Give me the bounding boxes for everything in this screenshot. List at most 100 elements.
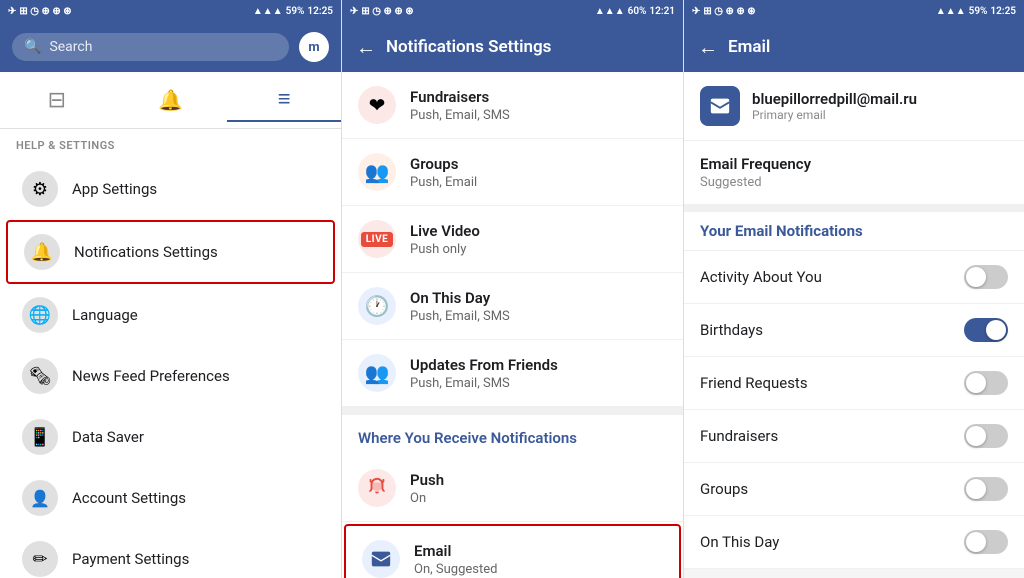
app-settings-label: App Settings	[72, 180, 157, 198]
tab-bar: ⊟ 🔔 ≡	[0, 72, 341, 129]
menu-item-payment[interactable]: ✏ Payment Settings	[6, 529, 335, 578]
status-right-2: ▲▲▲ 60% 12:21	[595, 6, 675, 17]
language-icon: 🌐	[22, 297, 58, 333]
toggle-activity-switch[interactable]	[964, 265, 1008, 289]
freq-value: Suggested	[700, 175, 1008, 190]
tab-news-feed[interactable]: ⊟	[0, 78, 114, 122]
email-name: Email	[414, 542, 663, 560]
time-1: 12:25	[307, 6, 333, 17]
email-notif-section-title: Your Email Notifications	[684, 212, 1024, 251]
fundraisers-info: Fundraisers Push, Email, SMS	[410, 88, 667, 123]
search-icon: 🔍	[24, 39, 41, 55]
status-bar-3: ✈ ⊞ ◷ ⊕ ⊕ ⊛ ▲▲▲ 59% 12:25	[684, 0, 1024, 22]
notif-groups[interactable]: 👥 Groups Push, Email	[342, 139, 683, 206]
time-2: 12:21	[649, 6, 675, 17]
header-1: 🔍 Search m	[0, 22, 341, 72]
groups-name: Groups	[410, 155, 667, 173]
help-settings-label: HELP & SETTINGS	[0, 129, 341, 158]
battery-2: 60%	[628, 6, 647, 17]
account-label: Account Settings	[72, 489, 186, 507]
updates-friends-info: Updates From Friends Push, Email, SMS	[410, 356, 667, 391]
notif-live-video[interactable]: LIVE Live Video Push only	[342, 206, 683, 273]
email-panel-title: Email	[728, 37, 770, 57]
updates-friends-name: Updates From Friends	[410, 356, 667, 374]
payment-icon: ✏	[22, 541, 58, 577]
toggle-birthdays: Birthdays	[684, 304, 1024, 357]
back-button-3[interactable]: ←	[698, 35, 718, 60]
status-left-2: ✈ ⊞ ◷ ⊕ ⊕ ⊛	[350, 6, 414, 17]
push-info: Push On	[410, 471, 667, 506]
signal-icons: ▲▲▲	[253, 6, 283, 17]
live-badge: LIVE	[361, 232, 394, 247]
groups-desc: Push, Email	[410, 175, 667, 190]
email-primary-label: Primary email	[752, 108, 917, 122]
menu-item-notifications[interactable]: 🔔 Notifications Settings	[6, 220, 335, 284]
bell-icon: 🔔	[158, 88, 183, 112]
back-button-2[interactable]: ←	[356, 35, 376, 60]
toggle-activity-label: Activity About You	[700, 268, 822, 286]
toggle-groups-label: Groups	[700, 480, 748, 498]
live-video-icon: LIVE	[358, 220, 396, 258]
groups-icon: 👥	[358, 153, 396, 191]
menu-list: ⚙ App Settings 🔔 Notifications Settings …	[0, 158, 341, 578]
airplane-icon-3: ✈	[692, 6, 700, 17]
toggle-fundraisers-label: Fundraisers	[700, 427, 778, 445]
on-this-day-icon: 🕐	[358, 287, 396, 325]
tab-menu[interactable]: ≡	[227, 78, 341, 122]
data-saver-label: Data Saver	[72, 428, 144, 446]
email-frequency-section[interactable]: Email Frequency Suggested	[684, 141, 1024, 212]
status-left-3: ✈ ⊞ ◷ ⊕ ⊕ ⊛	[692, 6, 756, 17]
receive-email[interactable]: Email On, Suggested	[344, 524, 681, 578]
notif-fundraisers[interactable]: ❤ Fundraisers Push, Email, SMS	[342, 72, 683, 139]
on-this-day-info: On This Day Push, Email, SMS	[410, 289, 667, 324]
on-this-day-name: On This Day	[410, 289, 667, 307]
messenger-label: m	[308, 40, 319, 55]
toggle-groups-switch[interactable]	[964, 477, 1008, 501]
tab-notifications[interactable]: 🔔	[114, 78, 228, 122]
push-name: Push	[410, 471, 667, 489]
fundraisers-desc: Push, Email, SMS	[410, 108, 667, 123]
toggle-birthdays-label: Birthdays	[700, 321, 763, 339]
header-2: ← Notifications Settings	[342, 22, 683, 72]
menu-item-data-saver[interactable]: 📱 Data Saver	[6, 407, 335, 467]
toggle-on-this-day: On This Day	[684, 516, 1024, 569]
toggle-fundraisers-switch[interactable]	[964, 424, 1008, 448]
notif-on-this-day[interactable]: 🕐 On This Day Push, Email, SMS	[342, 273, 683, 340]
live-video-info: Live Video Push only	[410, 222, 667, 257]
airplane-icon: ✈	[8, 6, 16, 17]
toggle-birthdays-switch[interactable]	[964, 318, 1008, 342]
where-receive-section: Where You Receive Notifications	[342, 407, 683, 455]
push-desc: On	[410, 491, 667, 506]
groups-info: Groups Push, Email	[410, 155, 667, 190]
signal-2: ▲▲▲	[595, 6, 625, 17]
icons-left-3: ⊞ ◷ ⊕ ⊕ ⊛	[703, 6, 755, 17]
email-address-icon	[700, 86, 740, 126]
menu-item-account[interactable]: 👤 Account Settings	[6, 468, 335, 528]
airplane-icon-2: ✈	[350, 6, 358, 17]
search-box[interactable]: 🔍 Search	[12, 33, 289, 61]
notif-updates-friends[interactable]: 👥 Updates From Friends Push, Email, SMS	[342, 340, 683, 407]
notifications-icon: 🔔	[24, 234, 60, 270]
time-3: 12:25	[990, 6, 1016, 17]
live-video-name: Live Video	[410, 222, 667, 240]
toggle-on-this-day-switch[interactable]	[964, 530, 1008, 554]
messenger-icon[interactable]: m	[299, 32, 329, 62]
app-settings-icon: ⚙	[22, 171, 58, 207]
menu-item-app-settings[interactable]: ⚙ App Settings	[6, 159, 335, 219]
live-video-desc: Push only	[410, 242, 667, 257]
hamburger-icon: ≡	[278, 86, 291, 112]
status-left-1: ✈ ⊞ ◷ ⊕ ⊕ ⊛	[8, 6, 72, 17]
menu-item-newsfeed-prefs[interactable]: 🗞 News Feed Preferences	[6, 346, 335, 406]
receive-push[interactable]: Push On	[342, 455, 683, 522]
data-saver-icon: 📱	[22, 419, 58, 455]
menu-item-language[interactable]: 🌐 Language	[6, 285, 335, 345]
language-label: Language	[72, 306, 138, 324]
newsfeed-icon: ⊟	[48, 88, 66, 113]
fundraisers-name: Fundraisers	[410, 88, 667, 106]
toggle-friend-requests-label: Friend Requests	[700, 374, 808, 392]
battery-1: 59%	[286, 6, 305, 17]
toggle-fundraisers: Fundraisers	[684, 410, 1024, 463]
status-right-1: ▲▲▲ 59% 12:25	[253, 6, 333, 17]
email-address-row: bluepillorredpill@mail.ru Primary email	[684, 72, 1024, 141]
toggle-friend-requests-switch[interactable]	[964, 371, 1008, 395]
